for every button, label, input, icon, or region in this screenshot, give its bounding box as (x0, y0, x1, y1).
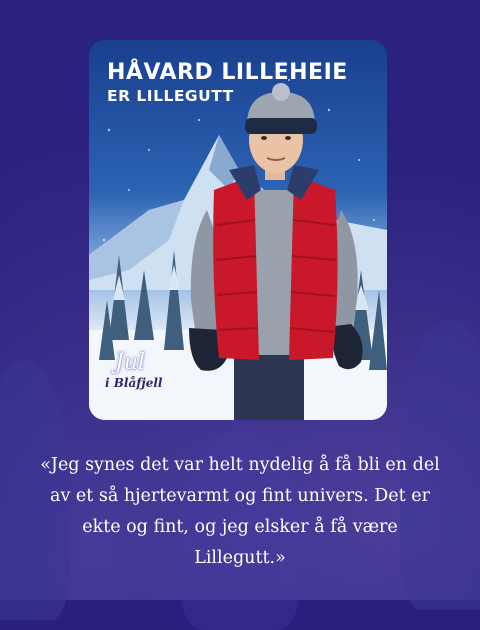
poster-title-line1: HÅVARD LILLEHEIE (107, 60, 348, 85)
show-logo-text: i Blåfjell (105, 376, 163, 390)
poster-card: HÅVARD LILLEHEIE ER LILLEGUTT Jul i Blåf… (89, 40, 387, 420)
poster-title-line2: ER LILLEGUTT (107, 87, 234, 105)
show-logo: Jul i Blåfjell (105, 348, 171, 402)
quote-text: «Jeg synes det var helt nydelig å få bli… (40, 455, 440, 568)
show-logo-script: Jul (115, 350, 146, 375)
poster-headline: HÅVARD LILLEHEIE ER LILLEGUTT (107, 62, 348, 105)
